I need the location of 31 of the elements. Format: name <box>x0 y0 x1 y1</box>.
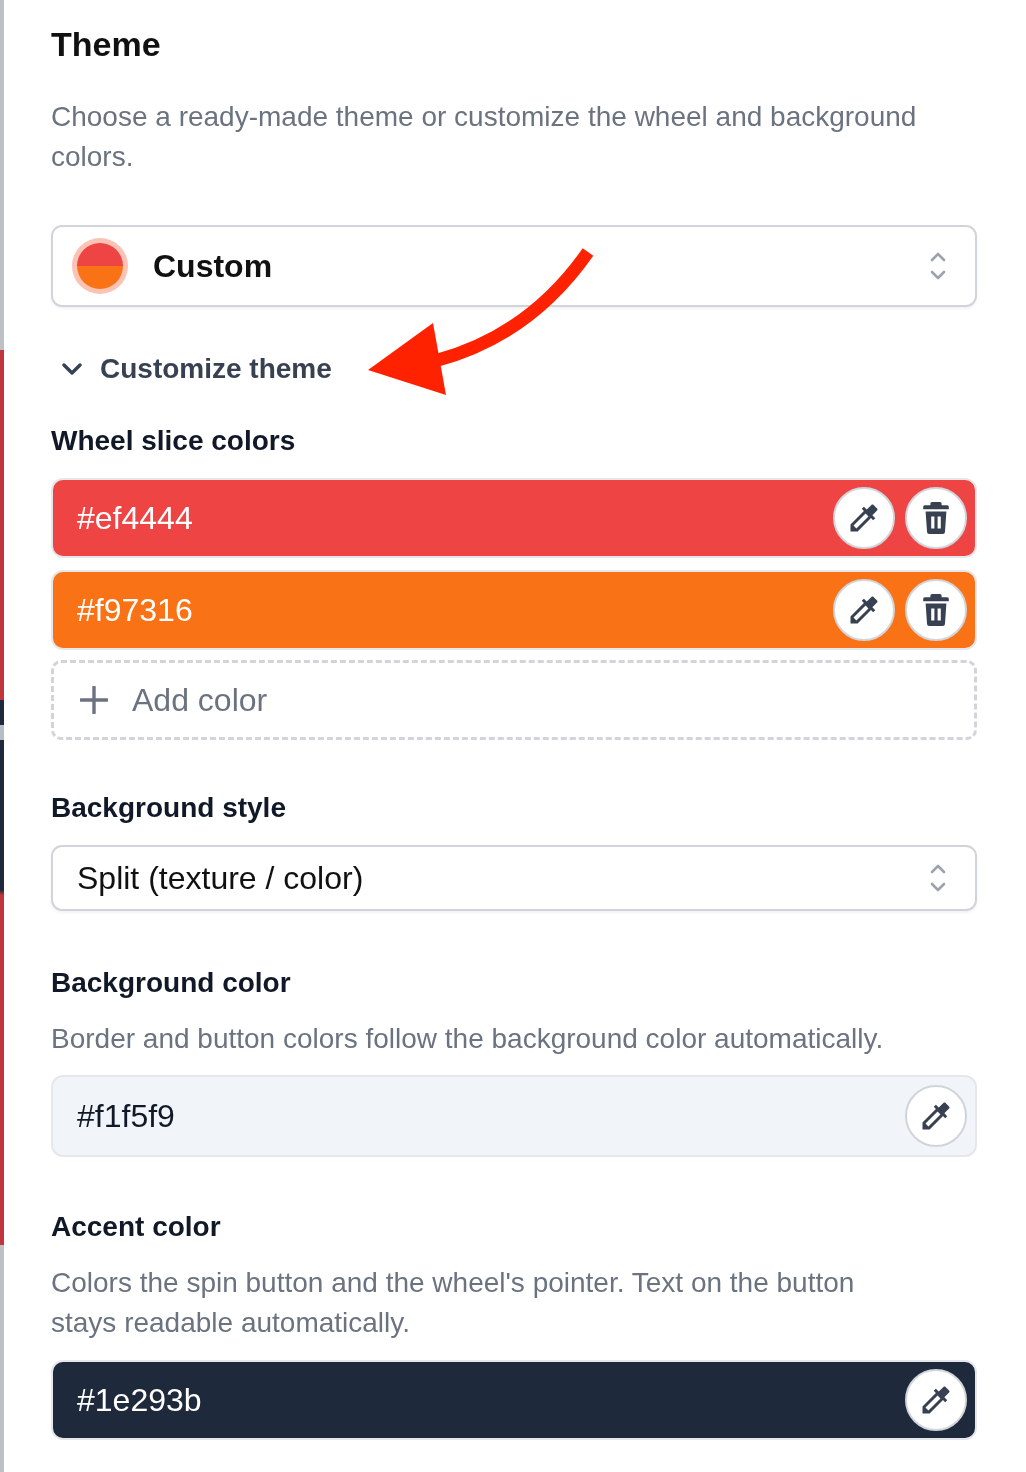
select-value: Split (texture / color) <box>77 859 364 898</box>
panel-description: Choose a ready-made theme or customize the wheel and background colors. <box>51 100 918 174</box>
section-description: Border and button colors follow the background color automatically. <box>51 1022 885 1056</box>
section-description: Colors the spin button and the wheel's pointer. Text on the button stays readable automatically. <box>51 1266 856 1340</box>
panel-title: Theme <box>51 24 161 65</box>
trash-icon <box>923 594 949 626</box>
add-color-button[interactable]: Add color <box>51 660 977 740</box>
color-value: #f1f5f9 <box>77 1097 175 1136</box>
color-value: #1e293b <box>77 1381 202 1420</box>
color-value: #f97316 <box>77 591 193 630</box>
color-value: #ef4444 <box>77 499 193 538</box>
trash-icon <box>923 502 949 534</box>
eyedropper-icon <box>921 1101 951 1131</box>
color-field[interactable]: #ef4444 <box>51 478 977 558</box>
theme-select[interactable]: Custom <box>51 225 977 307</box>
section-label: Background style <box>51 791 286 825</box>
customize-theme-toggle[interactable]: Customize theme <box>51 349 332 389</box>
background-style-select[interactable]: Split (texture / color) <box>51 845 977 911</box>
section-label: Background color <box>51 966 291 1000</box>
color-field[interactable]: #1e293b <box>51 1360 977 1440</box>
updown-icon <box>930 250 946 282</box>
theme-swatch-icon <box>72 238 128 294</box>
select-value: Custom <box>153 247 273 286</box>
section-label: Wheel slice colors <box>51 424 296 458</box>
eyedropper-icon <box>849 503 879 533</box>
eyedropper-icon <box>849 595 879 625</box>
plus-icon <box>80 686 108 714</box>
section-label: Accent color <box>51 1210 221 1244</box>
eyedropper-icon <box>921 1385 951 1415</box>
updown-icon <box>930 862 946 894</box>
color-field[interactable]: #f1f5f9 <box>51 1075 977 1157</box>
